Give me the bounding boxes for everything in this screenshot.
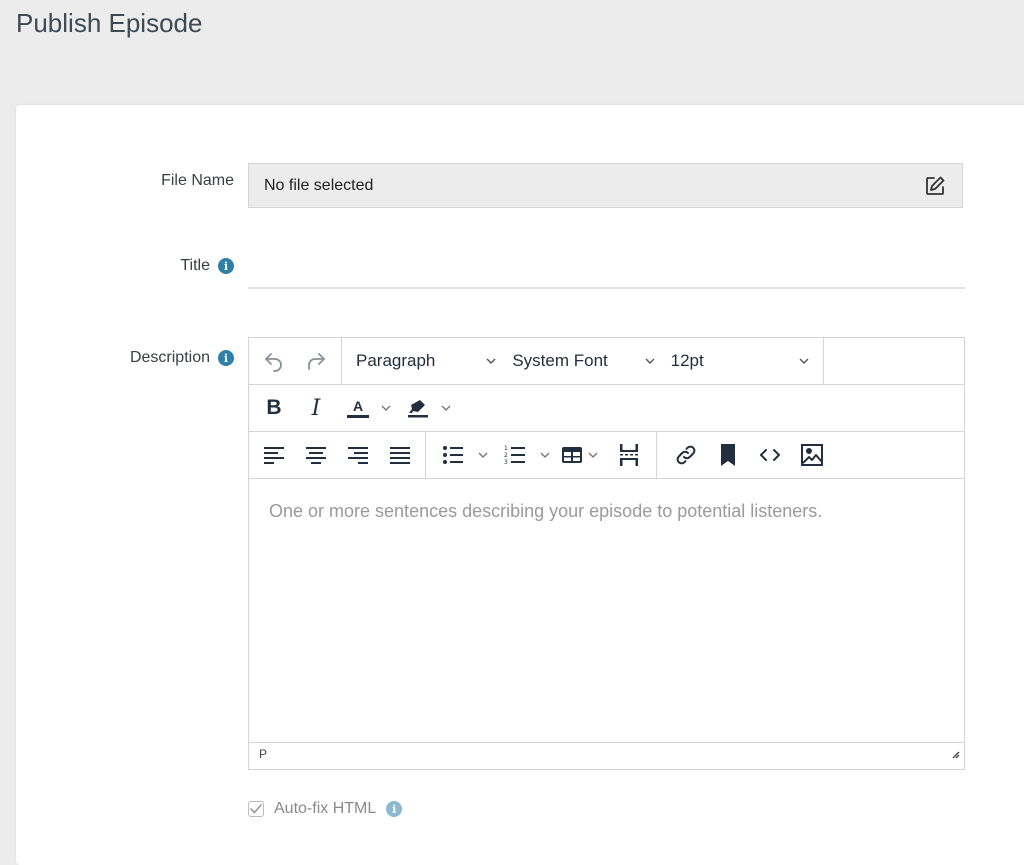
description-editor: Paragraph System Font 12pt B I A 1 2 3 O… <box>248 337 965 770</box>
font-family-value: System Font <box>512 351 608 370</box>
undo-button[interactable] <box>257 344 291 378</box>
toolbar-filler <box>824 338 836 384</box>
list-group: 123 <box>426 432 657 478</box>
block-format-value: Paragraph <box>356 351 436 370</box>
highlight-icon <box>408 400 428 418</box>
font-family-select[interactable]: System Font <box>504 344 662 378</box>
autofix-label: Auto-fix HTML <box>274 800 377 817</box>
format-group: Paragraph System Font 12pt <box>342 338 824 384</box>
info-icon[interactable]: i <box>386 801 403 817</box>
image-button[interactable] <box>795 438 829 472</box>
file-name-value: No file selected <box>264 176 374 194</box>
title-input[interactable] <box>248 253 965 289</box>
element-path[interactable]: P <box>259 747 267 761</box>
bold-button[interactable]: B <box>257 391 291 425</box>
toolbar-row-1: Paragraph System Font 12pt <box>249 338 964 385</box>
autofix-checkbox[interactable] <box>248 801 264 817</box>
svg-text:3: 3 <box>504 459 508 465</box>
align-justify-icon <box>390 447 410 464</box>
italic-icon: I <box>311 395 321 421</box>
numbered-list-dropdown[interactable] <box>538 438 552 472</box>
file-name-field[interactable]: No file selected <box>248 163 963 208</box>
title-label-text: Title <box>180 257 210 274</box>
bullet-list-button[interactable] <box>436 438 470 472</box>
alignment-group <box>249 432 426 478</box>
numbered-list-icon: 123 <box>504 445 525 465</box>
description-placeholder: One or more sentences describing your ep… <box>269 501 823 521</box>
title-label: Title i <box>180 257 234 275</box>
chevron-down-icon <box>645 358 655 364</box>
image-icon <box>801 444 823 466</box>
text-color-button[interactable]: A <box>341 391 375 425</box>
resize-handle-icon[interactable] <box>950 749 960 759</box>
align-left-icon <box>264 447 284 464</box>
bullet-list-icon <box>443 446 463 464</box>
highlight-dropdown[interactable] <box>439 391 453 425</box>
toolbar-row-3: 123 <box>249 432 964 479</box>
toolbar-row-2: B I A <box>249 385 964 432</box>
file-name-label-text: File Name <box>161 172 234 189</box>
insert-group <box>657 432 841 478</box>
chevron-down-icon <box>540 452 550 458</box>
italic-button[interactable]: I <box>299 391 333 425</box>
description-content-area[interactable]: One or more sentences describing your ep… <box>249 479 964 743</box>
text-color-icon: A <box>347 399 369 418</box>
chevron-down-icon <box>486 358 496 364</box>
align-center-button[interactable] <box>299 438 333 472</box>
checkmark-icon <box>250 804 262 814</box>
page-title: Publish Episode <box>16 8 203 38</box>
font-size-select[interactable]: 12pt <box>663 344 817 378</box>
svg-text:1: 1 <box>504 445 508 452</box>
description-label: Description i <box>130 349 234 367</box>
table-icon <box>562 447 582 463</box>
chevron-down-icon <box>381 405 391 411</box>
info-icon[interactable]: i <box>218 258 234 274</box>
code-button[interactable] <box>753 438 787 472</box>
text-color-swatch <box>347 414 369 418</box>
info-icon[interactable]: i <box>218 350 234 366</box>
align-center-icon <box>306 447 326 464</box>
chevron-down-icon <box>588 452 598 458</box>
redo-icon <box>308 353 325 370</box>
link-icon <box>676 445 696 465</box>
edit-icon[interactable] <box>923 174 947 198</box>
align-justify-button[interactable] <box>383 438 417 472</box>
bookmark-button[interactable] <box>711 438 745 472</box>
page-break-icon <box>620 444 638 466</box>
numbered-list-button[interactable]: 123 <box>498 438 532 472</box>
bold-icon: B <box>266 396 282 419</box>
font-size-value: 12pt <box>670 351 704 370</box>
text-color-glyph: A <box>352 397 364 414</box>
block-format-select[interactable]: Paragraph <box>348 344 504 378</box>
svg-text:2: 2 <box>504 452 508 459</box>
page-break-button[interactable] <box>612 438 646 472</box>
table-button[interactable] <box>560 438 584 472</box>
align-left-button[interactable] <box>257 438 291 472</box>
editor-status-bar: P <box>249 743 964 764</box>
redo-button[interactable] <box>299 344 333 378</box>
text-color-dropdown[interactable] <box>379 391 393 425</box>
link-button[interactable] <box>669 438 703 472</box>
publish-form-card: File Name No file selected Title i Descr… <box>16 105 1024 865</box>
align-right-button[interactable] <box>341 438 375 472</box>
description-label-text: Description <box>129 349 210 366</box>
history-group <box>249 338 342 384</box>
align-right-icon <box>348 447 368 464</box>
chevron-down-icon <box>441 405 451 411</box>
text-style-group: B I A <box>249 385 461 431</box>
bullet-list-dropdown[interactable] <box>476 438 490 472</box>
autofix-option: Auto-fix HTML i <box>248 800 403 818</box>
table-dropdown[interactable] <box>586 438 600 472</box>
bookmark-icon <box>721 444 735 466</box>
chevron-down-icon <box>478 452 488 458</box>
chevron-down-icon <box>799 358 809 364</box>
undo-icon <box>265 353 282 372</box>
file-name-label: File Name <box>161 172 234 190</box>
highlight-button[interactable] <box>401 391 435 425</box>
code-icon <box>760 449 780 461</box>
